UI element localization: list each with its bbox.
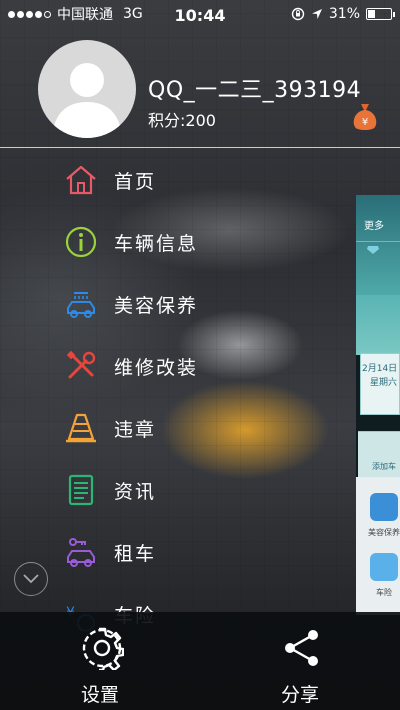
peek-service-2: 车险 bbox=[376, 588, 392, 597]
network-type: 3G bbox=[123, 6, 143, 22]
username: QQ_一二三_393194 bbox=[148, 78, 362, 103]
battery-icon bbox=[366, 8, 395, 20]
points-balance: 积分:200 bbox=[148, 111, 216, 130]
money-bag-icon[interactable]: ¥ bbox=[352, 102, 378, 132]
expand-more-button[interactable] bbox=[14, 562, 48, 596]
bottom-bar: 设置 分享 bbox=[0, 612, 400, 710]
info-icon bbox=[65, 226, 97, 258]
car-rental-icon bbox=[67, 538, 95, 567]
peek-weekday: 星期六 bbox=[370, 378, 398, 388]
menu-label-home: 首页 bbox=[114, 170, 157, 193]
settings-label: 设置 bbox=[80, 684, 119, 706]
news-icon bbox=[68, 474, 94, 506]
profile-divider bbox=[0, 147, 400, 148]
insurance-service-icon[interactable] bbox=[370, 553, 398, 581]
share-label: 分享 bbox=[280, 684, 319, 706]
car-wash-icon bbox=[67, 292, 95, 318]
car-care-service-icon[interactable] bbox=[370, 493, 398, 521]
location-arrow-icon bbox=[311, 9, 322, 19]
menu-item-news[interactable]: 资讯 bbox=[0, 462, 355, 518]
traffic-cone-icon bbox=[66, 413, 96, 443]
peek-add-car[interactable]: 添加车 bbox=[372, 461, 396, 472]
share-icon bbox=[285, 630, 318, 666]
settings-button[interactable]: 设置 bbox=[40, 612, 160, 710]
gear-icon bbox=[82, 627, 124, 670]
diamond-icon bbox=[367, 246, 379, 254]
signal-strength-icon bbox=[8, 10, 51, 18]
menu-label-news: 资讯 bbox=[114, 480, 157, 503]
peek-service-1: 美容保养 bbox=[368, 528, 400, 537]
repair-tools-icon bbox=[66, 350, 96, 379]
peek-date: 2月14日 bbox=[362, 364, 398, 374]
battery-percent: 31% bbox=[328, 6, 360, 22]
avatar[interactable] bbox=[38, 40, 136, 138]
menu-label-violations: 违章 bbox=[114, 418, 157, 441]
home-icon bbox=[66, 165, 96, 195]
menu-label-car-rental: 租车 bbox=[114, 542, 157, 565]
menu-item-car-care[interactable]: 美容保养 bbox=[0, 276, 355, 332]
menu-item-car-rental[interactable]: 租车 bbox=[0, 524, 355, 580]
carrier-name: 中国联通 bbox=[57, 7, 113, 23]
status-bar: 中国联通 3G 31% bbox=[0, 0, 400, 28]
menu-label-car-care: 美容保养 bbox=[114, 294, 199, 317]
chevron-down-icon bbox=[23, 574, 39, 584]
svg-text:¥: ¥ bbox=[362, 117, 368, 128]
rotation-lock-icon bbox=[291, 7, 305, 21]
main-content-peek[interactable]: 更多 2月14日 星期六 添加车 美容保养 车险 bbox=[356, 195, 400, 615]
default-user-icon bbox=[52, 63, 122, 138]
share-button[interactable]: 分享 bbox=[240, 612, 360, 710]
menu-label-repair: 维修改装 bbox=[114, 356, 199, 379]
menu-item-repair[interactable]: 维修改装 bbox=[0, 338, 355, 394]
menu-label-vehicle-info: 车辆信息 bbox=[114, 232, 199, 255]
more-link[interactable]: 更多 bbox=[364, 217, 384, 232]
menu-item-home[interactable]: 首页 bbox=[0, 152, 355, 208]
menu-item-violations[interactable]: 违章 bbox=[0, 400, 355, 456]
menu-item-vehicle-info[interactable]: 车辆信息 bbox=[0, 214, 355, 270]
